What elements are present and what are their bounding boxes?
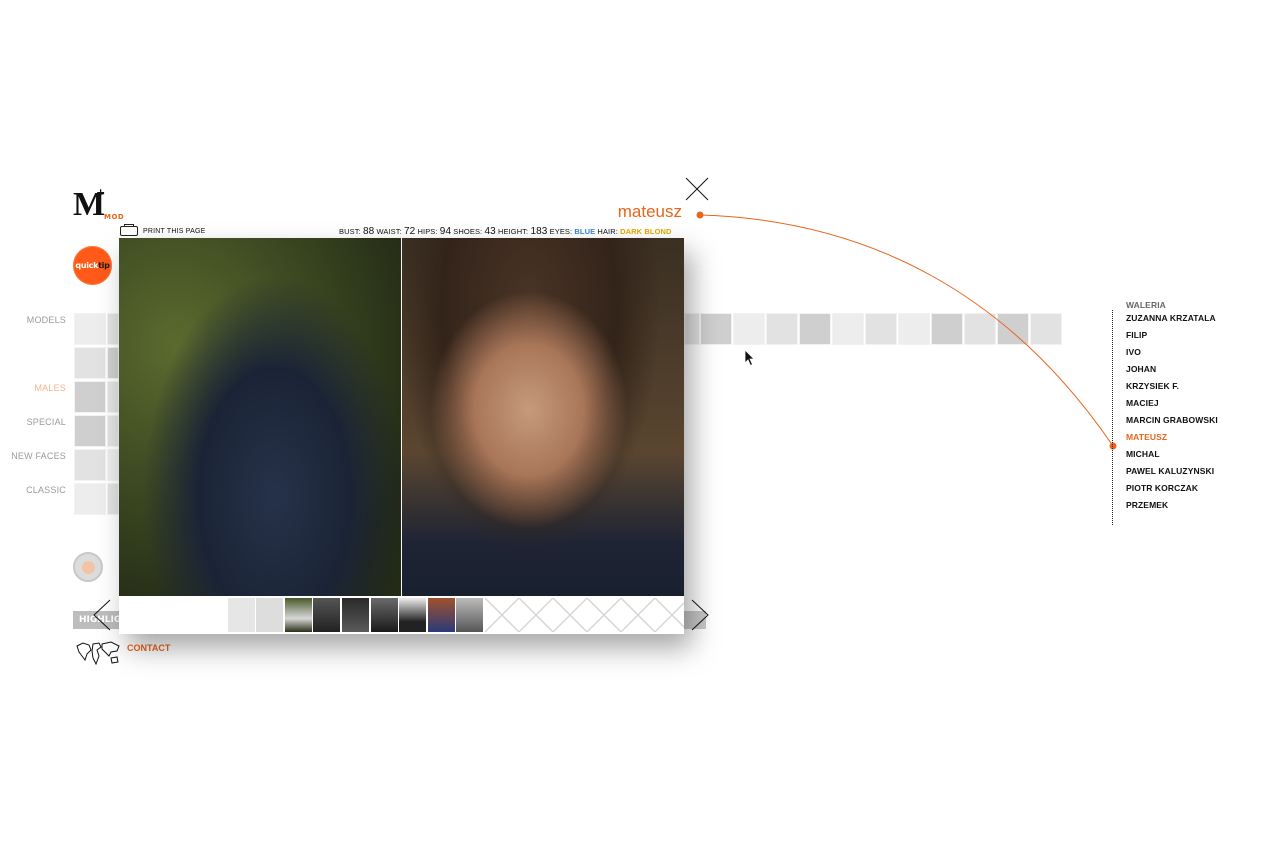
model-list-item[interactable]: PIOTR KORCZAK — [1126, 480, 1218, 497]
photo-filmstrip — [119, 596, 684, 634]
model-stats: BUST: 88 WAIST: 72 HIPS: 94 SHOES: 43 HE… — [339, 226, 672, 237]
logo-plus: + — [96, 186, 106, 199]
nav-new-faces[interactable]: NEW FACES — [10, 451, 66, 461]
background-thumbnail[interactable] — [107, 483, 119, 515]
round-avatar-icon[interactable] — [73, 552, 103, 582]
model-name-title: mateusz — [617, 202, 682, 221]
eyes-label: EYES: — [549, 227, 573, 236]
quick-tip-label-1: quick — [75, 261, 99, 270]
print-page-link[interactable]: PRINT THIS PAGE — [143, 228, 206, 235]
waist-label: WAIST: — [376, 227, 402, 236]
prev-arrow-icon[interactable] — [92, 598, 112, 632]
background-thumbnail[interactable] — [74, 313, 106, 345]
world-map-icon[interactable] — [75, 640, 121, 668]
nav-classic[interactable]: CLASSIC — [10, 485, 66, 495]
filmstrip-thumbnail[interactable] — [342, 598, 369, 632]
filmstrip-thumbnail[interactable] — [371, 598, 398, 632]
model-detail-modal — [119, 238, 684, 634]
shoes-value: 43 — [484, 226, 496, 237]
model-list-item[interactable]: MARCIN GRABOWSKI — [1126, 412, 1218, 429]
contact-link[interactable]: CONTACT — [127, 643, 170, 653]
connector-end-dot — [1109, 442, 1117, 450]
height-value: 183 — [530, 226, 548, 237]
logo-text: MOD — [104, 213, 125, 221]
filmstrip-thumbnail[interactable] — [399, 598, 426, 632]
nav-models[interactable]: MODELS — [10, 315, 66, 325]
filmstrip-thumbnail[interactable] — [428, 598, 455, 632]
filmstrip-thumbnail[interactable] — [313, 598, 340, 632]
close-icon[interactable] — [685, 177, 709, 201]
eyes-value: BLUE — [574, 227, 596, 236]
filmstrip-thumbnail[interactable] — [456, 598, 483, 632]
background-thumbnail[interactable] — [107, 449, 119, 481]
model-list-item[interactable]: MACIEJ — [1126, 395, 1218, 412]
model-list-rule — [1112, 310, 1113, 525]
model-list-item[interactable]: KRZYSIEK F. — [1126, 378, 1218, 395]
quick-tip-label-2: tip — [98, 261, 110, 270]
selection-connector — [696, 211, 1117, 450]
waist-value: 72 — [403, 226, 416, 237]
hips-label: HIPS: — [417, 227, 438, 236]
model-list-item[interactable]: MATEUSZ — [1126, 429, 1218, 446]
background-thumbnail[interactable] — [74, 415, 106, 447]
background-thumbnail[interactable] — [107, 415, 119, 447]
bust-label: BUST: — [339, 227, 361, 236]
hair-value: DARK BLOND — [620, 227, 672, 236]
agency-logo[interactable]: M + MOD — [73, 186, 133, 224]
background-thumbnail[interactable] — [74, 449, 106, 481]
background-thumbnail[interactable] — [107, 313, 119, 345]
filmstrip-thumbnail[interactable] — [256, 598, 283, 632]
model-list-item[interactable]: FILIP — [1126, 327, 1218, 344]
quick-tip-badge[interactable]: quick tip — [73, 246, 112, 285]
bust-value: 88 — [362, 226, 375, 237]
background-thumbnail[interactable] — [107, 347, 119, 379]
filmstrip-thumbnail[interactable] — [228, 598, 255, 632]
background-thumbnail[interactable] — [74, 483, 106, 515]
model-name-list: WALERIA ZUZANNA KRZATALA FILIP IVO JOHAN KRZY… — [1126, 300, 1218, 514]
next-arrow-icon[interactable] — [690, 598, 710, 632]
model-list-item[interactable]: MICHAL — [1126, 446, 1218, 463]
height-label: HEIGHT: — [497, 227, 529, 236]
background-thumbnail[interactable] — [74, 347, 106, 379]
mouse-cursor-icon — [744, 349, 755, 367]
model-list-item[interactable]: ZUZANNA KRZATALA — [1126, 310, 1218, 327]
model-list-item[interactable]: JOHAN — [1126, 361, 1218, 378]
connector-start-dot — [696, 211, 704, 219]
nav-males[interactable]: MALES — [10, 383, 66, 393]
model-photo-left — [119, 238, 401, 596]
nav-special[interactable]: SPECIAL — [10, 417, 66, 427]
model-list-item[interactable]: PAWEL KALUZYNSKI — [1126, 463, 1218, 480]
filmstrip-empty-pattern — [485, 598, 684, 632]
model-list-item[interactable]: IVO — [1126, 344, 1218, 361]
background-thumbnail[interactable] — [107, 381, 119, 413]
model-photo-right — [402, 238, 684, 596]
model-list-item[interactable]: PRZEMEK — [1126, 497, 1218, 514]
hips-value: 94 — [439, 226, 452, 237]
print-icon[interactable] — [120, 224, 138, 236]
filmstrip-thumbnail[interactable] — [285, 598, 312, 632]
shoes-label: SHOES: — [453, 227, 483, 236]
model-list-item[interactable]: WALERIA — [1126, 300, 1218, 310]
hair-label: HAIR: — [597, 227, 618, 236]
background-thumbnail[interactable] — [74, 381, 106, 413]
